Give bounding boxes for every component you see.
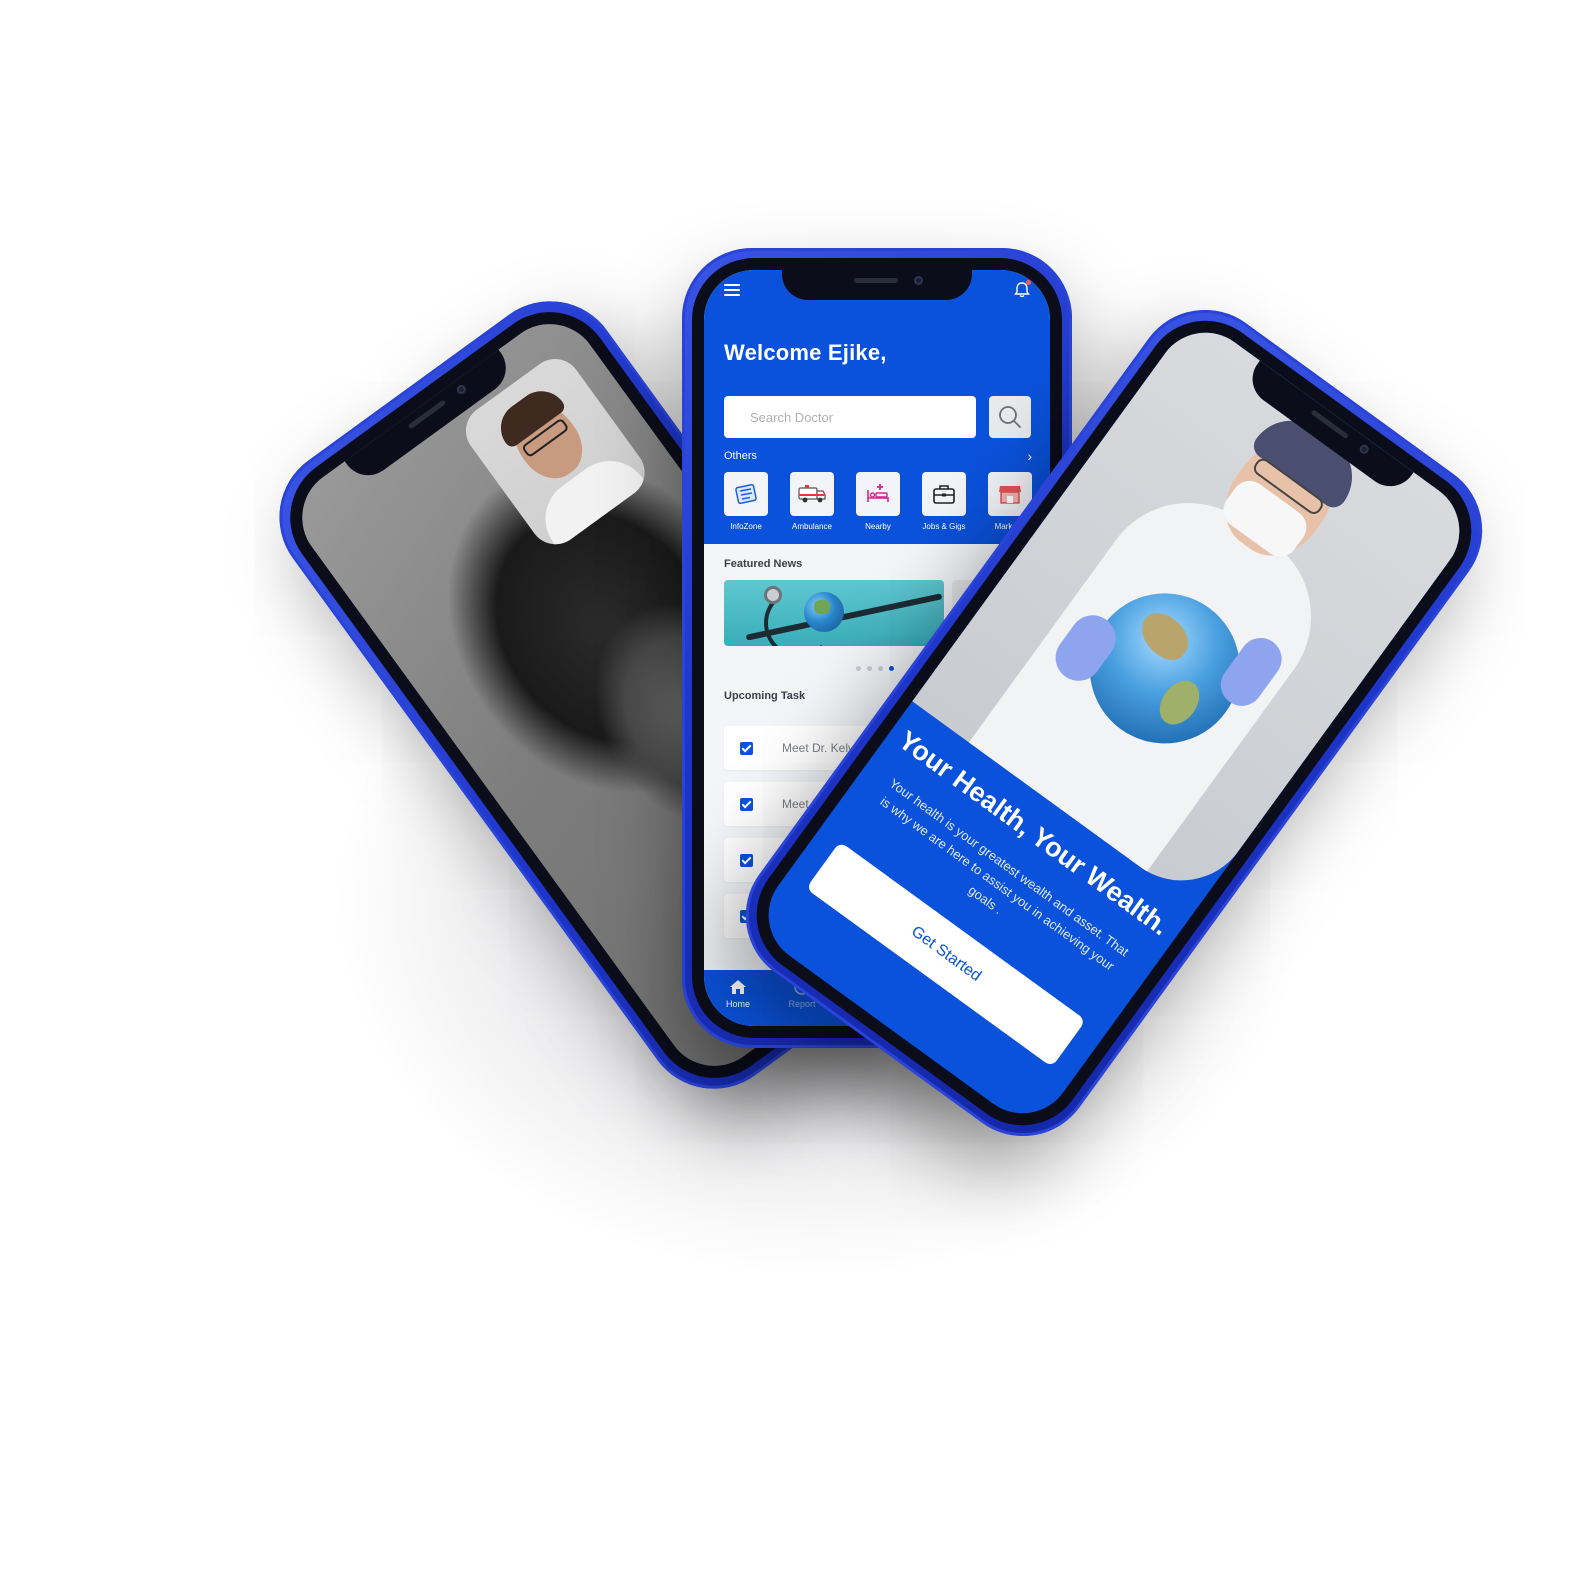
home-header: Welcome Ejike, Others › InfoZone Ambulan… [704,270,1050,544]
featured-news-label: Featured News [724,558,803,570]
search-icon [999,406,1021,428]
notification-dot [1026,280,1031,285]
category-nearby[interactable]: Nearby [856,472,900,531]
phone-notch [782,270,972,300]
carousel-dot-active[interactable] [889,666,894,671]
briefcase-icon [933,485,955,504]
home-icon [730,980,746,994]
search-button[interactable] [989,396,1031,438]
category-jobs[interactable]: Jobs & Gigs [922,472,966,531]
checkbox[interactable] [740,798,753,811]
checkbox[interactable] [740,854,753,867]
chevron-right-icon[interactable]: › [1027,448,1032,464]
welcome-title: Welcome Ejike, [724,340,887,365]
carousel-dot[interactable] [856,666,861,671]
hospital-bed-icon [867,484,889,502]
category-infozone[interactable]: InfoZone [724,472,768,531]
news-icon [735,483,757,505]
others-label: Others [724,450,758,462]
carousel-dots[interactable] [856,666,894,671]
category-ambulance[interactable]: Ambulance [790,472,834,531]
ambulance-icon [798,485,826,503]
search-input[interactable] [724,396,976,438]
carousel-dot[interactable] [867,666,872,671]
store-icon [999,486,1021,504]
menu-icon[interactable] [724,284,740,296]
tab-home[interactable]: Home [708,978,768,1009]
carousel-dot[interactable] [878,666,883,671]
category-row: InfoZone Ambulance Nearby Jobs & Gigs Ma… [724,472,1032,531]
news-card[interactable] [724,580,944,646]
upcoming-task-label: Upcoming Task [724,690,806,702]
checkbox[interactable] [740,742,753,755]
bell-icon[interactable] [1012,280,1032,300]
